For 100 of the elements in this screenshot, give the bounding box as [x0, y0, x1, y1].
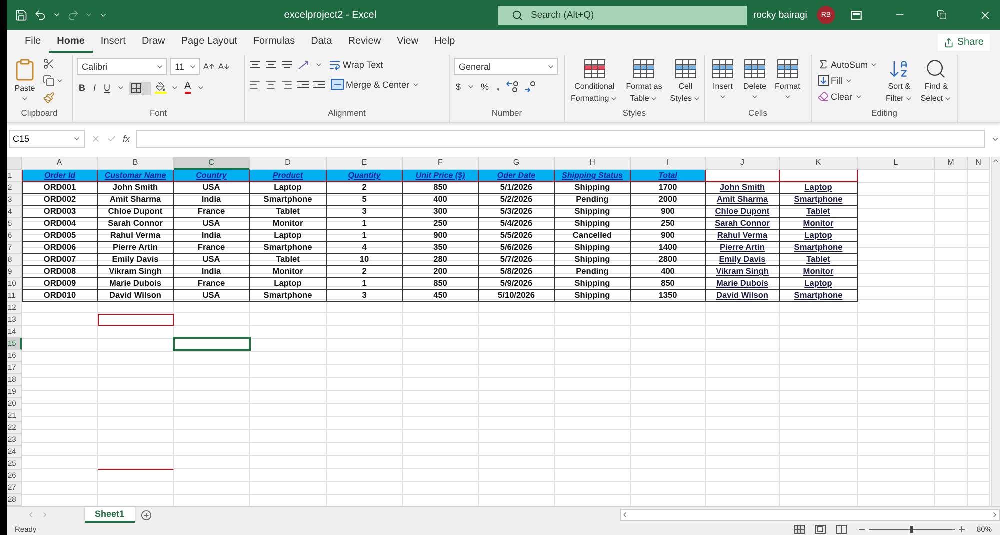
- ribbon-button[interactable]: Format: [773, 58, 802, 108]
- scissors-icon[interactable]: [43, 58, 55, 70]
- column-header[interactable]: M: [935, 157, 968, 170]
- ribbon-display-icon[interactable]: [851, 10, 862, 20]
- scroll-up-icon[interactable]: [992, 157, 1000, 165]
- column-header[interactable]: F: [403, 157, 479, 170]
- wrap-text-button[interactable]: Wrap Text: [327, 58, 386, 72]
- formula-field[interactable]: [136, 130, 985, 148]
- undo-icon[interactable]: [34, 8, 47, 22]
- insert-cells-icon[interactable]: [711, 58, 735, 80]
- bold-button[interactable]: B: [77, 82, 88, 94]
- top-align-icon[interactable]: [249, 59, 261, 71]
- ribbon-button[interactable]: Delete: [741, 58, 769, 108]
- menu-tab[interactable]: Formulas: [245, 32, 304, 53]
- increase-decimal-icon[interactable]: [506, 81, 520, 93]
- underline-button[interactable]: U: [102, 82, 113, 94]
- function-button[interactable]: fx: [123, 134, 130, 144]
- table-format-icon[interactable]: [632, 58, 656, 80]
- font-name-field[interactable]: Calibri: [77, 58, 167, 75]
- bottom-align-icon[interactable]: [281, 59, 293, 71]
- ribbon-button[interactable]: Paste: [11, 58, 39, 108]
- table-cell: Laptop: [250, 182, 327, 194]
- align-right-icon[interactable]: [281, 78, 293, 90]
- search-field[interactable]: Search (Alt+Q): [498, 6, 748, 24]
- ribbon-button[interactable]: Find & Select: [918, 58, 954, 108]
- ribbon-button[interactable]: Format as Table: [624, 58, 664, 108]
- merge-center-button[interactable]: Merge & Center: [329, 78, 422, 91]
- paintbrush-icon[interactable]: [43, 92, 55, 104]
- restore-icon[interactable]: [937, 10, 948, 20]
- column-header[interactable]: E: [327, 157, 403, 170]
- align-center-icon[interactable]: [265, 78, 277, 90]
- page-break-icon[interactable]: [836, 524, 847, 534]
- conditional-formatting-icon[interactable]: [582, 58, 607, 80]
- normal-view-icon[interactable]: [794, 524, 805, 534]
- zoom-thumb[interactable]: [910, 526, 914, 532]
- selected-cell[interactable]: [174, 338, 250, 350]
- menu-tab[interactable]: File: [17, 32, 50, 53]
- middle-align-icon[interactable]: [265, 59, 277, 71]
- fill-color-icon[interactable]: [154, 82, 167, 94]
- menu-tab[interactable]: Review: [340, 32, 390, 53]
- column-header[interactable]: J: [706, 157, 780, 170]
- vertical-scrollbar[interactable]: [991, 157, 1000, 506]
- column-header[interactable]: B: [98, 157, 174, 170]
- column-header[interactable]: I: [631, 157, 706, 170]
- redo-icon[interactable]: [66, 8, 80, 22]
- column-header[interactable]: H: [555, 157, 631, 170]
- font-color-button[interactable]: A: [182, 81, 194, 95]
- decrease-decimal-icon[interactable]: [524, 81, 538, 93]
- clear-button[interactable]: Clear: [816, 90, 880, 103]
- zoom-slider[interactable]: [856, 524, 967, 534]
- table-cell: USA: [174, 254, 250, 266]
- column-header[interactable]: G: [479, 157, 555, 170]
- column-header[interactable]: K: [780, 157, 858, 170]
- font-size-field[interactable]: 11: [170, 58, 200, 75]
- borders-icon[interactable]: [128, 82, 151, 94]
- currency-button[interactable]: $: [454, 81, 464, 93]
- number-format-field[interactable]: General: [454, 58, 558, 75]
- fill-button[interactable]: Fill: [816, 74, 880, 87]
- menu-tab[interactable]: Help: [426, 32, 464, 53]
- menu-tab[interactable]: Page Layout: [173, 32, 246, 53]
- caret-icon[interactable]: [85, 11, 94, 19]
- name-box[interactable]: C15: [9, 130, 85, 148]
- column-header[interactable]: C: [174, 157, 250, 170]
- increase-indent-icon[interactable]: [313, 78, 325, 90]
- horizontal-scrollbar[interactable]: [620, 509, 1000, 521]
- cell-styles-icon[interactable]: [674, 58, 698, 80]
- column-header[interactable]: L: [858, 157, 935, 170]
- percent-button[interactable]: %: [479, 81, 492, 93]
- column-header[interactable]: A: [22, 157, 98, 170]
- scroll-right-icon[interactable]: [991, 511, 999, 519]
- delete-cells-icon[interactable]: [743, 58, 767, 80]
- decrease-font-icon[interactable]: [218, 60, 230, 72]
- ribbon-button[interactable]: Sort & Filter: [884, 58, 915, 108]
- ribbon-button[interactable]: Cell Styles: [668, 58, 704, 108]
- caret-icon[interactable]: [52, 11, 61, 19]
- menu-tab[interactable]: Data: [303, 32, 340, 53]
- align-left-icon[interactable]: [249, 78, 261, 90]
- menu-tab[interactable]: Home: [49, 32, 93, 53]
- ribbon-button[interactable]: Insert: [709, 58, 737, 108]
- format-cells-icon[interactable]: [776, 58, 800, 80]
- ribbon-button[interactable]: Conditional Formatting: [569, 58, 620, 108]
- menu-tab[interactable]: Insert: [92, 32, 134, 53]
- scroll-left-icon[interactable]: [621, 511, 629, 519]
- autosum-button[interactable]: AutoSum: [816, 58, 880, 71]
- save-icon[interactable]: [15, 8, 28, 22]
- page-layout-icon[interactable]: [814, 524, 826, 534]
- increase-font-icon[interactable]: [203, 60, 215, 72]
- orientation-icon[interactable]: [297, 59, 311, 71]
- decrease-indent-icon[interactable]: [297, 78, 309, 90]
- comma-button[interactable]: ,: [495, 81, 502, 93]
- sheet-tab[interactable]: Sheet1: [85, 507, 135, 523]
- column-header[interactable]: N: [968, 157, 990, 170]
- menu-tab[interactable]: View: [389, 32, 427, 53]
- column-header[interactable]: D: [250, 157, 327, 170]
- table-cell: 1350: [631, 290, 706, 302]
- add-sheet-icon[interactable]: [140, 510, 152, 520]
- share-button[interactable]: Share: [938, 34, 990, 51]
- italic-button[interactable]: I: [92, 82, 98, 94]
- copy-icon[interactable]: [43, 75, 55, 87]
- menu-tab[interactable]: Draw: [134, 32, 174, 53]
